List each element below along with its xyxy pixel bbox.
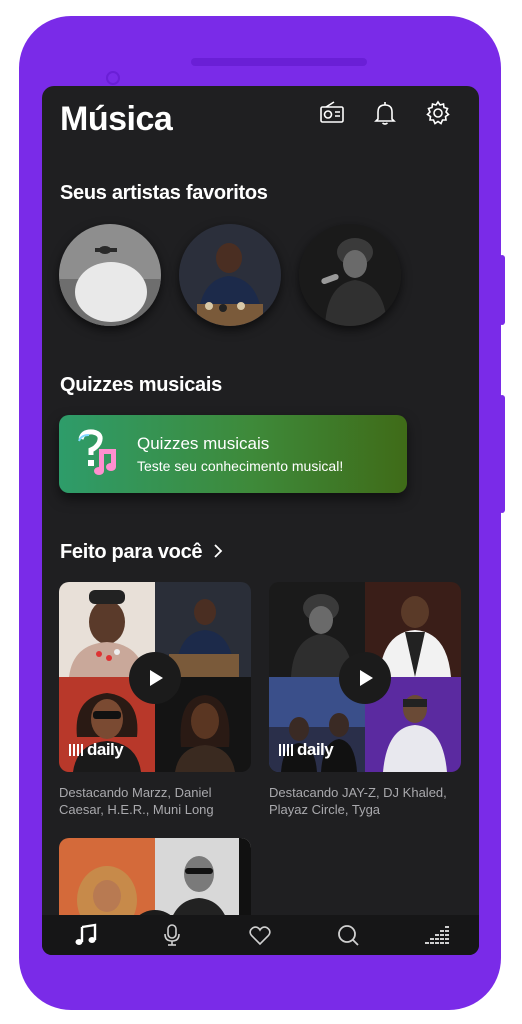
made-for-you-header[interactable]: Feito para você xyxy=(60,541,223,564)
heart-icon[interactable] xyxy=(248,923,272,947)
gear-icon[interactable] xyxy=(425,100,451,126)
artist-avatar[interactable] xyxy=(299,224,401,326)
music-note-icon[interactable] xyxy=(74,923,98,947)
front-camera xyxy=(106,71,120,85)
play-button[interactable] xyxy=(129,652,181,704)
made-for-you-title: Feito para você xyxy=(60,541,203,563)
play-button[interactable] xyxy=(339,652,391,704)
bottom-nav xyxy=(42,915,479,955)
power-button xyxy=(499,255,505,325)
daily-label: daily xyxy=(297,740,334,759)
quizzes-section-title: Quizzes musicais xyxy=(60,374,222,396)
daily-badge: daily xyxy=(69,740,124,760)
equalizer-icon[interactable] xyxy=(424,923,449,947)
quiz-card-title: Quizzes musicais xyxy=(137,434,270,453)
quiz-card-subtitle: Teste seu conhecimento musical! xyxy=(137,458,344,474)
page-title: Música xyxy=(60,100,173,138)
volume-button xyxy=(499,395,505,513)
app-screen: Música Seus artistas favoritos Quizzes m… xyxy=(42,86,479,955)
chevron-right-icon xyxy=(213,543,223,559)
quiz-icon xyxy=(75,429,125,477)
daily-mix-card[interactable]: daily xyxy=(59,582,251,772)
deezer-bars-icon xyxy=(69,744,85,756)
deezer-bars-icon xyxy=(279,744,295,756)
radio-icon[interactable] xyxy=(319,100,345,126)
bell-icon[interactable] xyxy=(372,100,398,126)
daily-mix-description: Destacando Marzz, Daniel Caesar, H.E.R.,… xyxy=(59,785,214,817)
daily-badge: daily xyxy=(279,740,334,760)
daily-label: daily xyxy=(87,740,124,759)
microphone-icon[interactable] xyxy=(160,923,184,947)
daily-mix-description: Destacando JAY-Z, DJ Khaled, Playaz Circ… xyxy=(269,785,447,817)
daily-mix-card[interactable]: daily xyxy=(269,582,461,772)
search-icon[interactable] xyxy=(336,923,360,947)
speaker-grille xyxy=(191,58,367,66)
quiz-card[interactable]: Quizzes musicais Teste seu conhecimento … xyxy=(59,415,407,493)
favorites-title: Seus artistas favoritos xyxy=(60,182,268,204)
artist-avatar[interactable] xyxy=(179,224,281,326)
artist-avatar[interactable] xyxy=(59,224,161,326)
